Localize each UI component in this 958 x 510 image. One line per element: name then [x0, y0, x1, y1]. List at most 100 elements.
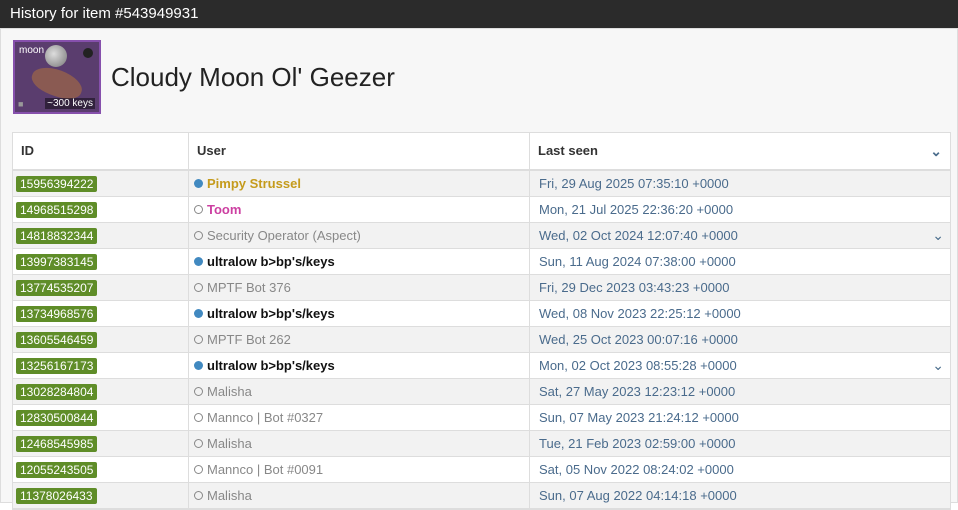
last-seen-value: Sat, 27 May 2023 12:23:12 +0000 [539, 384, 736, 399]
last-seen-value: Sun, 07 May 2023 21:24:12 +0000 [539, 410, 739, 425]
user-link[interactable]: Malisha [207, 436, 252, 451]
history-panel: moon ■ ~300 keys Cloudy Moon Ol' Geezer … [0, 28, 958, 510]
table-row: 13256167173 ultralow b>bp's/keys Mon, 02 O… [13, 353, 950, 379]
last-seen-value: Wed, 08 Nov 2023 22:25:12 +0000 [539, 306, 741, 321]
user-cell: MPTF Bot 262 [189, 327, 530, 352]
item-id-link[interactable]: 15956394222 [16, 175, 98, 192]
user-cell: Malisha [189, 431, 530, 456]
online-status-icon [194, 179, 203, 188]
table-row: 12055243505 Mannco | Bot #0091 Sat, 05 Nov… [13, 457, 950, 483]
offline-status-icon [194, 205, 203, 214]
last-seen-cell: Sat, 05 Nov 2022 08:24:02 +0000 [530, 457, 950, 482]
user-link[interactable]: MPTF Bot 262 [207, 332, 291, 347]
item-id-link[interactable]: 12830500844 [16, 409, 98, 426]
id-cell: 13256167173 [13, 353, 189, 378]
table-row: 13774535207 MPTF Bot 376 Fri, 29 Dec 2023 … [13, 275, 950, 301]
history-table: ID User Last seen ⌄ 15956394222 Pimpy Str… [12, 132, 951, 510]
last-seen-cell: Tue, 21 Feb 2023 02:59:00 +0000 [530, 431, 950, 456]
table-row: 12468545985 Malisha Tue, 21 Feb 2023 02:59… [13, 431, 950, 457]
user-link[interactable]: Mannco | Bot #0091 [207, 462, 323, 477]
item-id-link[interactable]: 13774535207 [16, 279, 98, 296]
chevron-down-icon[interactable]: ⌄ [930, 133, 942, 169]
table-body: 15956394222 Pimpy Strussel Fri, 29 Aug 202… [13, 171, 950, 509]
column-header-user[interactable]: User [189, 133, 530, 169]
id-cell: 13734968576 [13, 301, 189, 326]
user-link[interactable]: Security Operator (Aspect) [207, 228, 361, 243]
paint-dot-icon [83, 48, 93, 58]
table-header: ID User Last seen ⌄ [13, 133, 950, 171]
item-id-link[interactable]: 14968515298 [16, 201, 98, 218]
table-row: 14818832344 Security Operator (Aspect) Wed… [13, 223, 950, 249]
column-header-last-seen-label: Last seen [538, 143, 598, 158]
chevron-down-icon[interactable]: ⌄ [932, 227, 944, 244]
offline-status-icon [194, 335, 203, 344]
last-seen-value: Mon, 02 Oct 2023 08:55:28 +0000 [539, 358, 737, 373]
user-link[interactable]: ultralow b>bp's/keys [207, 254, 335, 269]
table-row: 13734968576 ultralow b>bp's/keys Wed, 08 N… [13, 301, 950, 327]
item-image[interactable]: moon ■ ~300 keys [13, 40, 101, 114]
item-price: ~300 keys [45, 98, 95, 109]
last-seen-value: Sat, 05 Nov 2022 08:24:02 +0000 [539, 462, 734, 477]
table-row: 11378026433 Malisha Sun, 07 Aug 2022 04:14… [13, 483, 950, 509]
user-link[interactable]: Malisha [207, 488, 252, 503]
last-seen-value: Mon, 21 Jul 2025 22:36:20 +0000 [539, 202, 734, 217]
user-cell: Malisha [189, 483, 530, 508]
item-id-link[interactable]: 13734968576 [16, 305, 98, 322]
id-cell: 12468545985 [13, 431, 189, 456]
id-cell: 14818832344 [13, 223, 189, 248]
item-id-link[interactable]: 11378026433 [16, 487, 97, 504]
last-seen-cell: Wed, 08 Nov 2023 22:25:12 +0000 [530, 301, 950, 326]
last-seen-value: Fri, 29 Dec 2023 03:43:23 +0000 [539, 280, 730, 295]
column-header-id[interactable]: ID [13, 133, 189, 169]
user-link[interactable]: ultralow b>bp's/keys [207, 358, 335, 373]
id-cell: 13605546459 [13, 327, 189, 352]
item-id-link[interactable]: 12055243505 [16, 461, 98, 478]
chevron-down-icon[interactable]: ⌄ [932, 357, 944, 374]
offline-status-icon [194, 465, 203, 474]
item-id-link[interactable]: 13256167173 [16, 357, 98, 374]
offline-status-icon [194, 283, 203, 292]
item-id-link[interactable]: 13028284804 [16, 383, 98, 400]
user-link[interactable]: Mannco | Bot #0327 [207, 410, 323, 425]
table-row: 12830500844 Mannco | Bot #0327 Sun, 07 May… [13, 405, 950, 431]
moon-icon [45, 45, 67, 67]
id-cell: 13997383145 [13, 249, 189, 274]
user-link[interactable]: Pimpy Strussel [207, 176, 301, 191]
last-seen-cell: Sun, 07 May 2023 21:24:12 +0000 [530, 405, 950, 430]
offline-status-icon [194, 231, 203, 240]
last-seen-cell: Mon, 02 Oct 2023 08:55:28 +0000 [530, 353, 950, 378]
last-seen-cell: Sun, 11 Aug 2024 07:38:00 +0000 [530, 249, 950, 274]
last-seen-cell: Fri, 29 Dec 2023 03:43:23 +0000 [530, 275, 950, 300]
id-cell: 14968515298 [13, 197, 189, 222]
item-effect-tag: moon [19, 45, 45, 56]
user-link[interactable]: Toom [207, 202, 241, 217]
user-link[interactable]: Malisha [207, 384, 252, 399]
user-link[interactable]: ultralow b>bp's/keys [207, 306, 335, 321]
id-cell: 13774535207 [13, 275, 189, 300]
column-header-last-seen[interactable]: Last seen ⌄ [530, 133, 950, 169]
id-cell: 13028284804 [13, 379, 189, 404]
table-row: 13605546459 MPTF Bot 262 Wed, 25 Oct 2023 … [13, 327, 950, 353]
item-id-link[interactable]: 13997383145 [16, 253, 98, 270]
user-cell: Security Operator (Aspect) [189, 223, 530, 248]
online-status-icon [194, 309, 203, 318]
item-id-link[interactable]: 13605546459 [16, 331, 98, 348]
last-seen-cell: Sat, 27 May 2023 12:23:12 +0000 [530, 379, 950, 404]
lock-icon: ■ [18, 99, 24, 109]
user-link[interactable]: MPTF Bot 376 [207, 280, 291, 295]
user-cell: Mannco | Bot #0327 [189, 405, 530, 430]
user-cell: ultralow b>bp's/keys [189, 301, 530, 326]
last-seen-cell: Wed, 25 Oct 2023 00:07:16 +0000 [530, 327, 950, 352]
table-row: 14968515298 Toom Mon, 21 Jul 2025 22:36:20… [13, 197, 950, 223]
user-cell: MPTF Bot 376 [189, 275, 530, 300]
window-title: History for item #543949931 [0, 0, 958, 28]
user-cell: Toom [189, 197, 530, 222]
offline-status-icon [194, 387, 203, 396]
last-seen-cell: Wed, 02 Oct 2024 12:07:40 +0000 [530, 223, 950, 248]
offline-status-icon [194, 439, 203, 448]
item-id-link[interactable]: 14818832344 [16, 227, 98, 244]
last-seen-cell: Fri, 29 Aug 2025 07:35:10 +0000 [530, 171, 950, 196]
item-id-link[interactable]: 12468545985 [16, 435, 98, 452]
last-seen-value: Tue, 21 Feb 2023 02:59:00 +0000 [539, 436, 736, 451]
last-seen-cell: Mon, 21 Jul 2025 22:36:20 +0000 [530, 197, 950, 222]
